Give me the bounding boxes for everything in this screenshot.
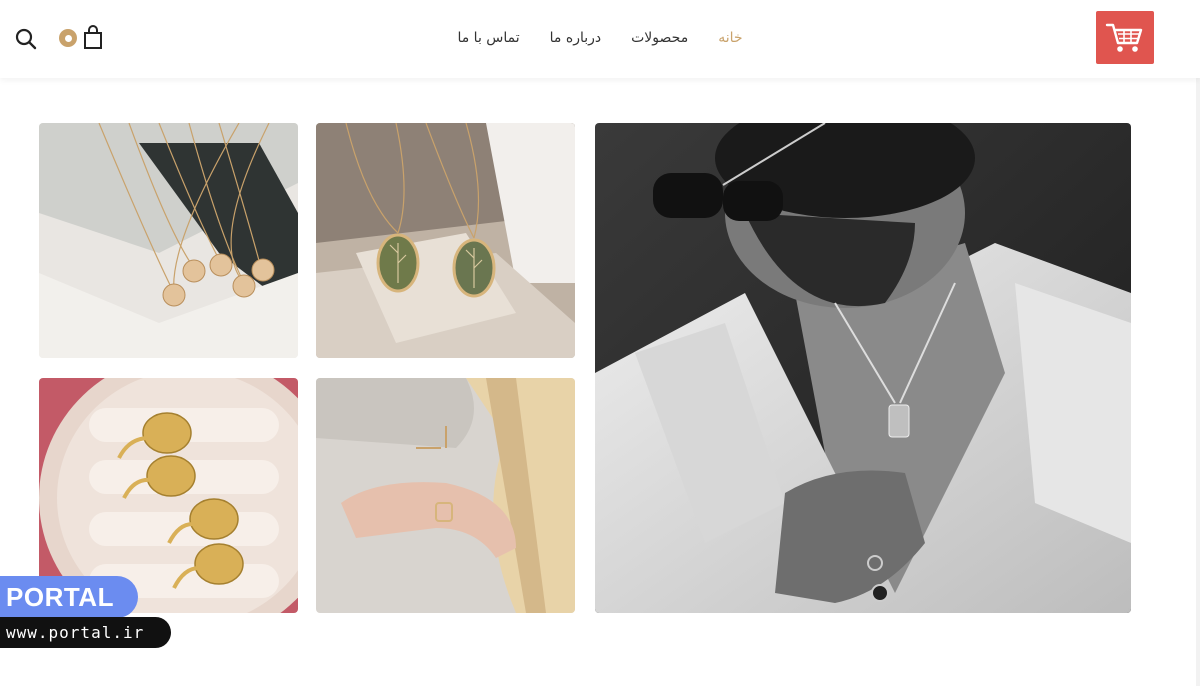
coin-necklaces-photo[interactable] [39, 123, 298, 358]
watermark-url: www.portal.ir [6, 623, 145, 642]
nav-item-home[interactable]: خانه [718, 26, 742, 50]
nav-item-about[interactable]: درباره ما [550, 26, 601, 50]
watermark-badge: PORTAL [0, 576, 138, 618]
search-button[interactable] [14, 27, 38, 51]
cart-button[interactable] [82, 25, 104, 51]
page: خانه محصولات درباره ما تماس با ما PORTAL… [0, 0, 1200, 686]
watermark-url-badge: www.portal.ir [0, 617, 171, 648]
nav-item-contact[interactable]: تماس با ما [457, 26, 519, 50]
nav-item-products[interactable]: محصولات [631, 26, 688, 50]
site-header: خانه محصولات درباره ما تماس با ما [0, 0, 1200, 78]
badge-dot [63, 33, 73, 43]
cart-count-badge[interactable] [59, 29, 77, 47]
scrollbar[interactable] [1196, 0, 1200, 686]
man-with-pendant-photo[interactable] [595, 123, 1131, 613]
shopping-cart-icon [1105, 23, 1143, 52]
oval-pendants-photo[interactable] [316, 123, 575, 358]
search-icon [15, 28, 37, 50]
watermark-title: PORTAL [6, 581, 114, 612]
sweater-ring-photo[interactable] [316, 378, 575, 613]
shopping-bag-icon [84, 25, 102, 49]
main-nav: خانه محصولات درباره ما تماس با ما [440, 26, 760, 50]
site-logo[interactable] [1096, 11, 1154, 64]
